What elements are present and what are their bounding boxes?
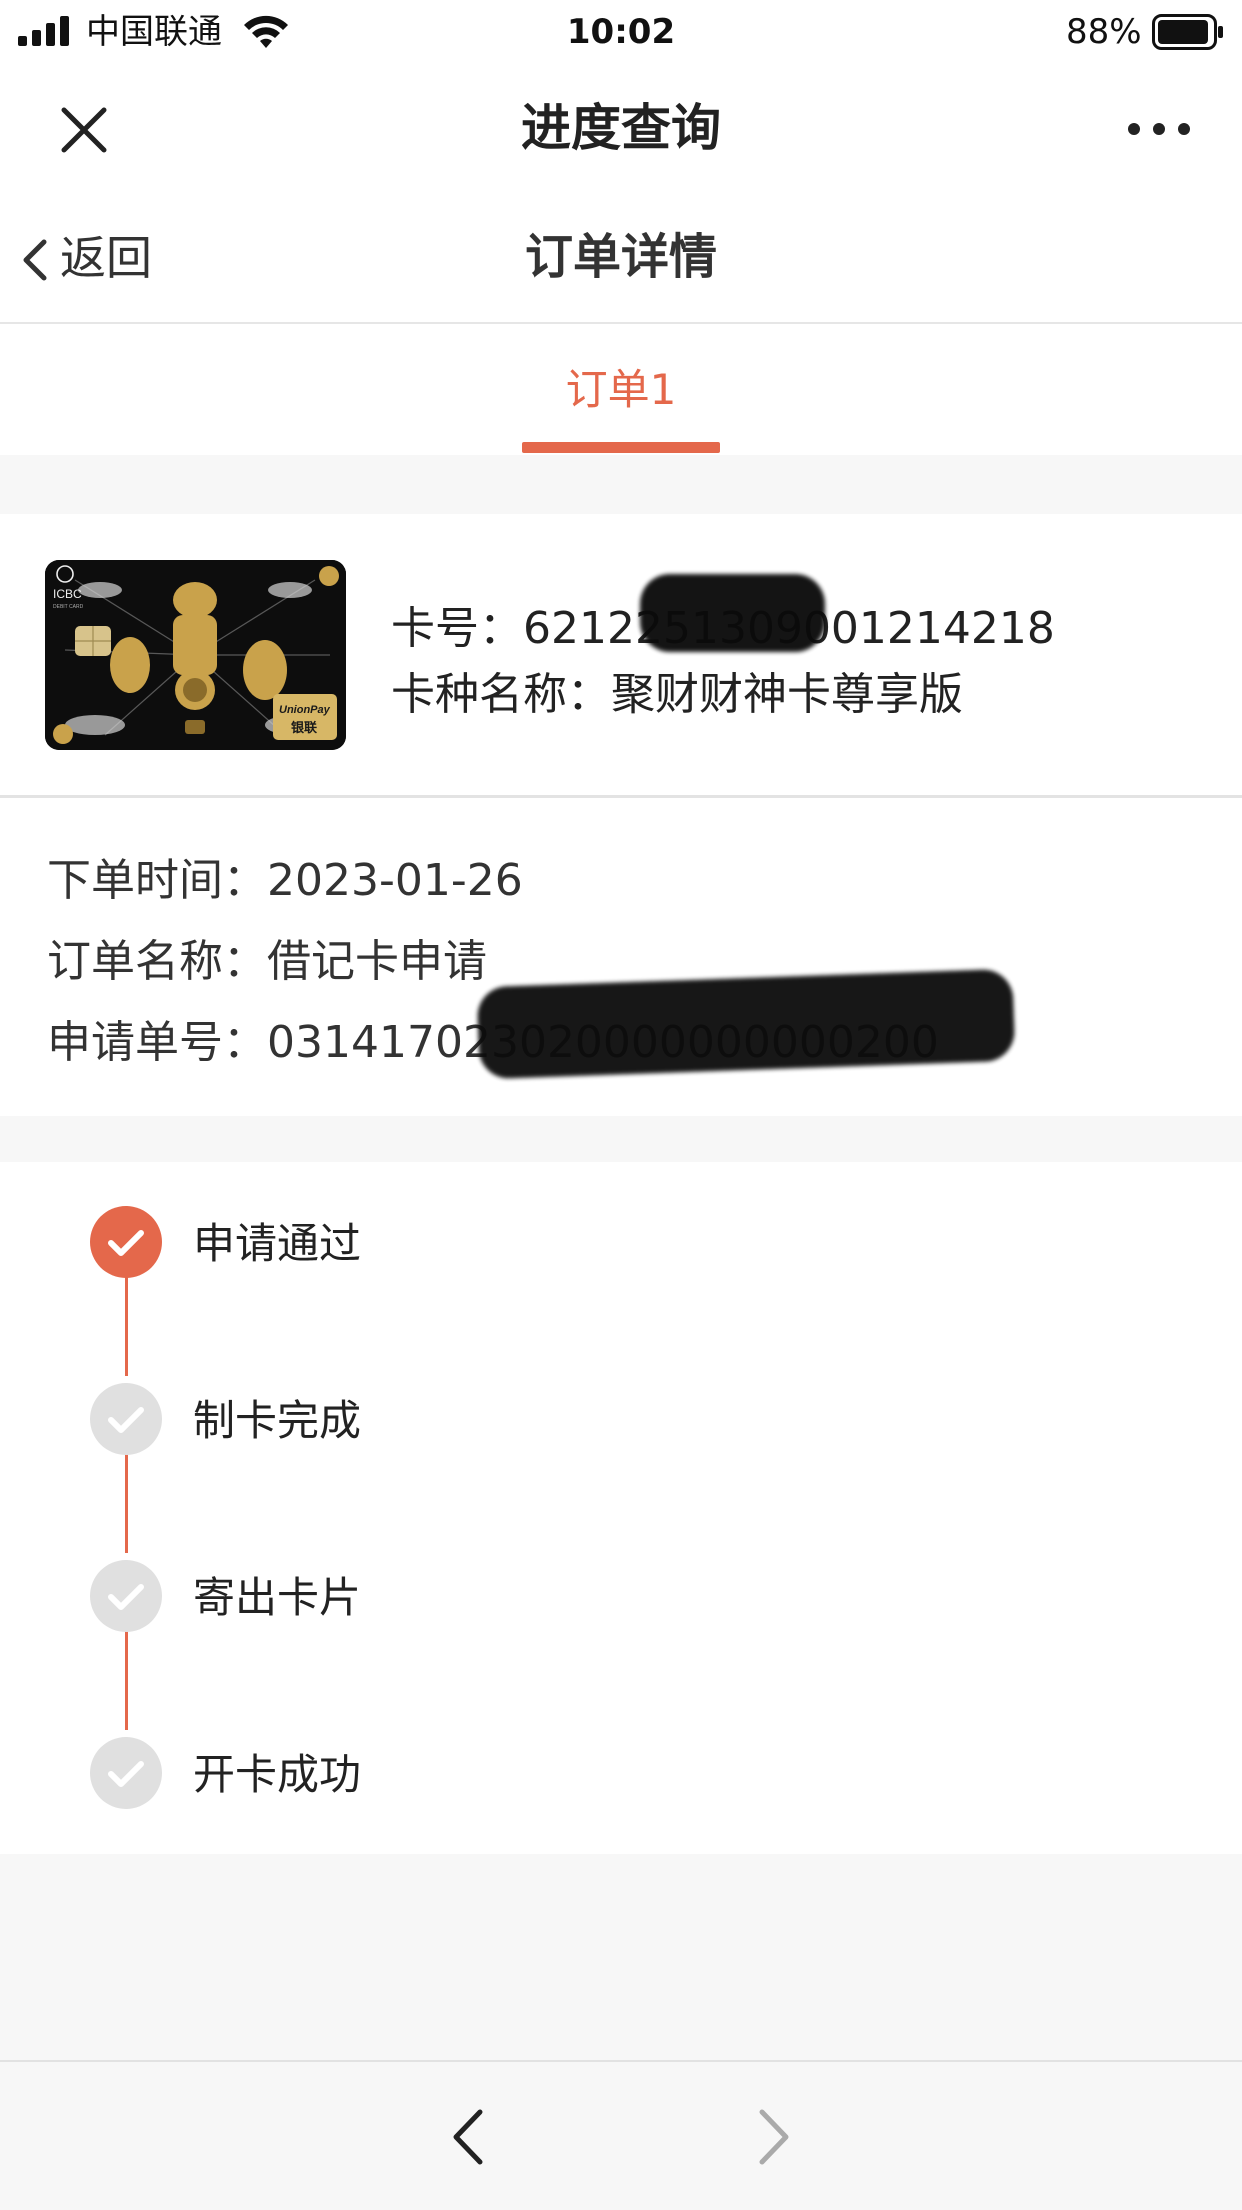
card-artwork: ICBC DEBIT CARD UnionPay 银联 xyxy=(45,560,346,750)
step-label: 寄出卡片 xyxy=(193,1573,362,1622)
card-type-label: 卡种名称： xyxy=(391,669,611,720)
order-time-row: 下单时间：2023-01-26 xyxy=(47,844,523,908)
tab-order-1[interactable]: 订单1 xyxy=(500,324,742,444)
check-icon xyxy=(108,1407,144,1433)
tab-active-indicator xyxy=(522,442,720,453)
progress-timeline: 申请通过 制卡完成 寄出卡片 开卡成功 xyxy=(0,1162,1242,1854)
order-name-value: 借记卡申请 xyxy=(267,936,487,987)
step-label: 开卡成功 xyxy=(193,1750,362,1799)
check-icon xyxy=(108,1761,144,1787)
card-type-row: 卡种名称：聚财财神卡尊享版 xyxy=(391,658,963,722)
sub-title: 订单详情 xyxy=(524,229,717,285)
check-icon xyxy=(108,1230,144,1256)
unionpay-cn-text: 银联 xyxy=(291,720,317,736)
order-time-label: 下单时间： xyxy=(47,855,267,906)
apply-number-label: 申请单号： xyxy=(47,1017,267,1068)
redaction-mark xyxy=(640,574,825,652)
card-type-text: DEBIT CARD xyxy=(53,604,84,610)
sub-header: 返回 订单详情 xyxy=(0,192,1242,324)
step-label: 申请通过 xyxy=(193,1219,362,1268)
order-info: 下单时间：2023-01-26 订单名称：借记卡申请 申请单号：03141702… xyxy=(0,798,1242,1116)
step-status-dot xyxy=(90,1560,162,1632)
page-title: 进度查询 xyxy=(521,99,721,157)
browser-bottom-bar xyxy=(0,2060,1242,2210)
battery-percent: 88% xyxy=(1066,12,1142,52)
redaction-mark xyxy=(476,968,1016,1080)
order-tabs: 订单1 xyxy=(0,324,1242,455)
status-bar: 中国联通 10:02 88% xyxy=(0,0,1242,64)
battery-icon xyxy=(1152,14,1223,50)
step-status-dot xyxy=(90,1383,162,1455)
step-status-dot xyxy=(90,1206,162,1278)
order-name-row: 订单名称：借记卡申请 xyxy=(47,925,487,989)
nav-forward-icon xyxy=(759,2109,789,2165)
order-time-value: 2023-01-26 xyxy=(267,855,523,906)
nav-forward-button[interactable] xyxy=(742,2102,802,2172)
card-type-value: 聚财财神卡尊享版 xyxy=(611,669,963,720)
card-number-label: 卡号： xyxy=(391,603,523,654)
unionpay-text: UnionPay xyxy=(279,704,331,716)
nav-back-icon xyxy=(453,2109,483,2165)
card-summary: ICBC DEBIT CARD UnionPay 银联 卡号：621225130… xyxy=(0,514,1242,798)
clock: 10:02 xyxy=(566,12,676,52)
step-status-dot xyxy=(90,1737,162,1809)
top-bar: 进度查询 xyxy=(0,64,1242,192)
check-icon xyxy=(108,1584,144,1610)
card-image: ICBC DEBIT CARD UnionPay 银联 xyxy=(45,560,346,750)
step-label: 制卡完成 xyxy=(193,1396,362,1445)
nav-back-button[interactable] xyxy=(440,2102,500,2172)
more-icon xyxy=(1128,123,1190,135)
more-button[interactable] xyxy=(1120,104,1200,154)
card-bank-text: ICBC xyxy=(53,587,82,601)
order-name-label: 订单名称： xyxy=(47,936,267,987)
